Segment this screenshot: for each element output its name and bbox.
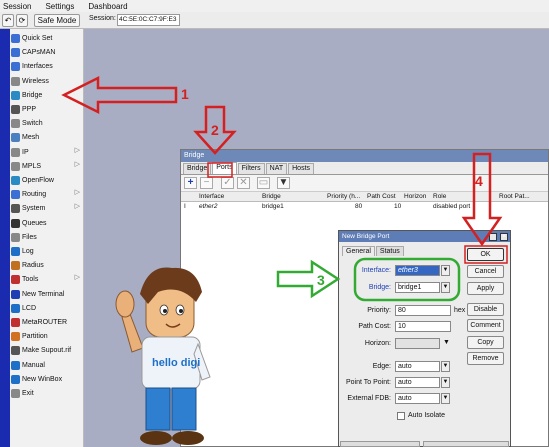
annotation-1: 1 bbox=[181, 86, 189, 102]
annotation-overlay bbox=[61, 75, 508, 302]
arrow-4-icon bbox=[461, 152, 503, 247]
arrow-3-icon bbox=[276, 259, 341, 299]
annotation-3: 3 bbox=[317, 272, 325, 288]
ports-highlight-icon bbox=[207, 162, 233, 178]
mascot-shirt-text: hello digi bbox=[152, 357, 201, 369]
annotation-2: 2 bbox=[211, 122, 219, 138]
highlight-box-icon bbox=[353, 257, 461, 302]
annotation-4: 4 bbox=[475, 173, 483, 189]
mascot-illustration bbox=[115, 267, 211, 445]
arrow-1-icon bbox=[61, 75, 178, 115]
ok-highlight-icon bbox=[464, 245, 508, 264]
